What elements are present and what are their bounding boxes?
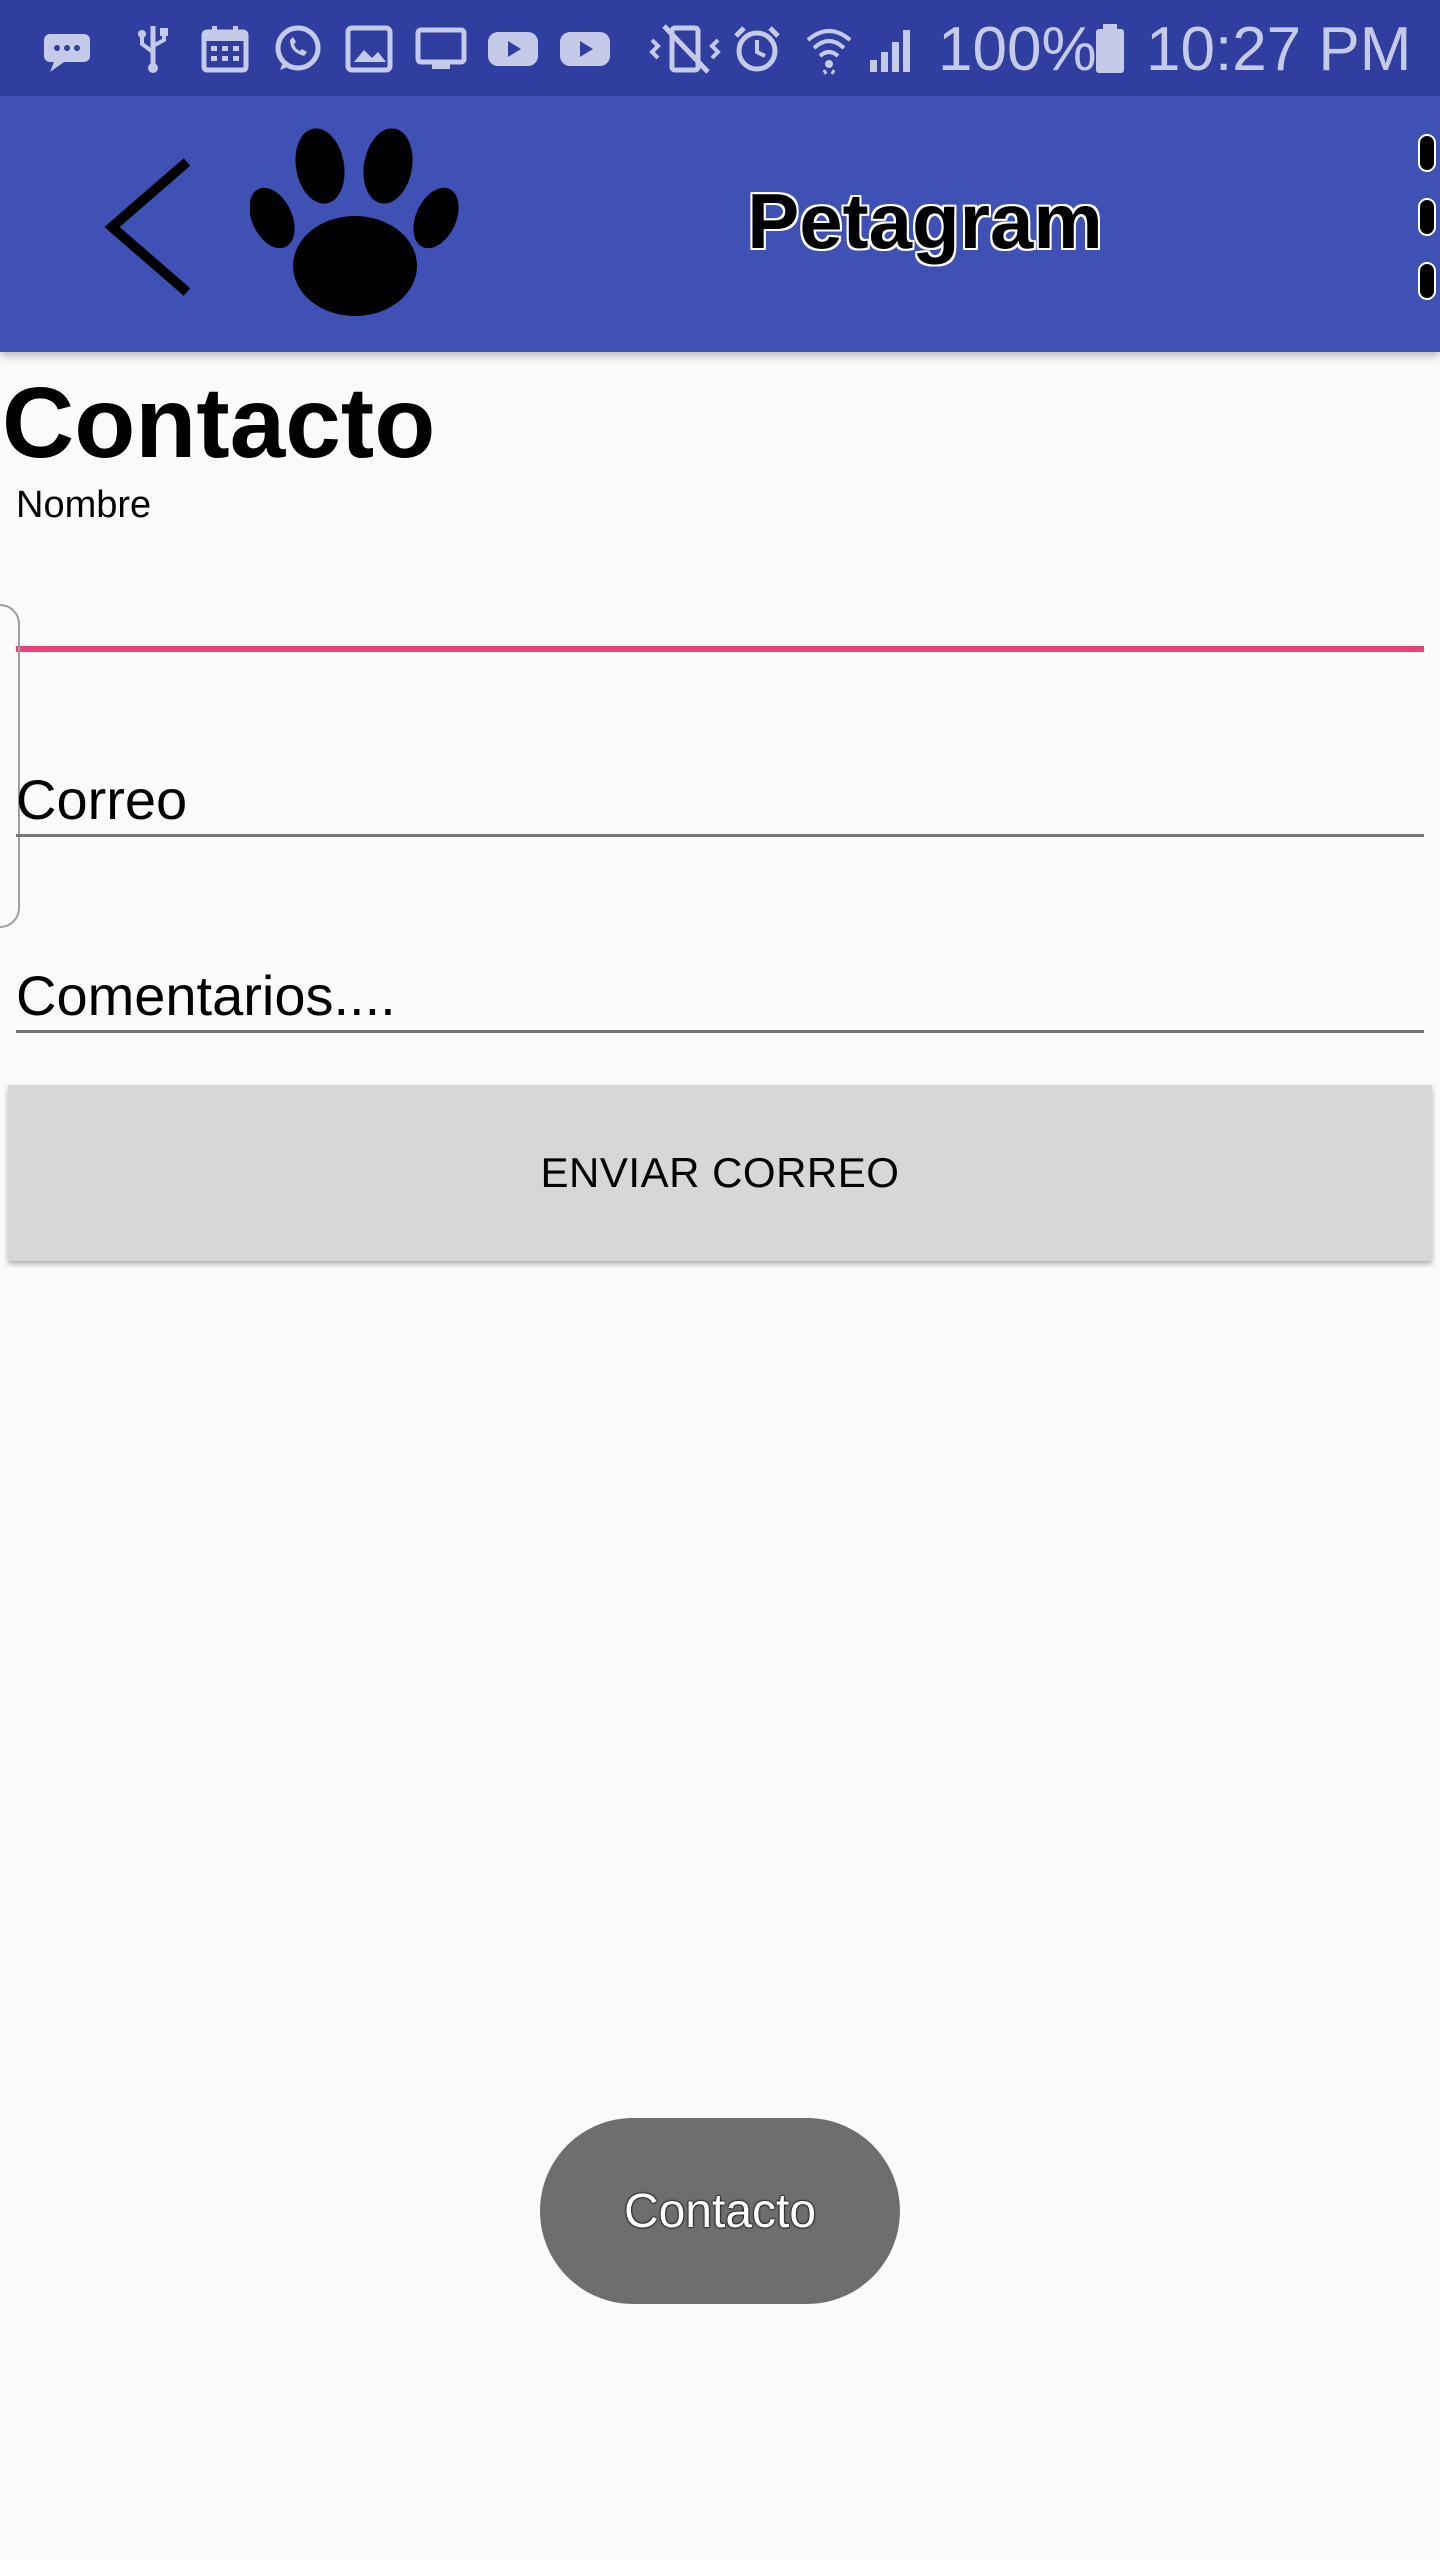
name-field xyxy=(16,576,1424,652)
gallery-icon xyxy=(342,22,396,76)
clock: 10:27 PM xyxy=(1146,15,1412,84)
youtube-icon xyxy=(558,22,612,76)
email-input-underline xyxy=(16,834,1424,837)
battery-percent: 100% xyxy=(938,15,1097,84)
app-bar: Petagram xyxy=(0,96,1440,352)
signal-icon xyxy=(866,22,920,76)
comments-field xyxy=(16,960,1424,1033)
send-email-button[interactable]: ENVIAR CORREO xyxy=(8,1085,1432,1261)
whatsapp-icon xyxy=(270,22,324,76)
battery-icon xyxy=(1092,22,1128,76)
back-button[interactable] xyxy=(92,142,212,312)
status-bar: 100% 10:27 PM xyxy=(0,0,1440,96)
youtube-icon xyxy=(486,22,540,76)
paw-icon xyxy=(250,128,459,316)
overflow-menu-icon xyxy=(1420,136,1434,170)
message-icon xyxy=(40,22,94,76)
toast-message: Contacto xyxy=(623,2184,817,2238)
overflow-menu-button[interactable] xyxy=(1408,136,1440,306)
usb-icon xyxy=(126,22,180,76)
comments-input-underline xyxy=(16,1030,1424,1033)
calendar-icon xyxy=(198,22,252,76)
name-field-label: Nombre xyxy=(16,484,152,526)
wifi-icon xyxy=(802,22,856,76)
alarm-icon xyxy=(730,22,784,76)
name-input[interactable] xyxy=(16,576,1424,646)
cast-icon xyxy=(414,22,468,76)
name-input-underline xyxy=(16,646,1424,652)
comments-input[interactable] xyxy=(16,960,1424,1030)
app-title: Petagram xyxy=(747,177,1103,265)
toast: Contacto xyxy=(540,2118,900,2304)
email-field xyxy=(16,764,1424,837)
chevron-left-icon xyxy=(104,158,191,296)
vibrate-icon xyxy=(648,22,724,76)
email-input[interactable] xyxy=(16,764,1424,834)
page-title: Contacto xyxy=(2,367,436,479)
